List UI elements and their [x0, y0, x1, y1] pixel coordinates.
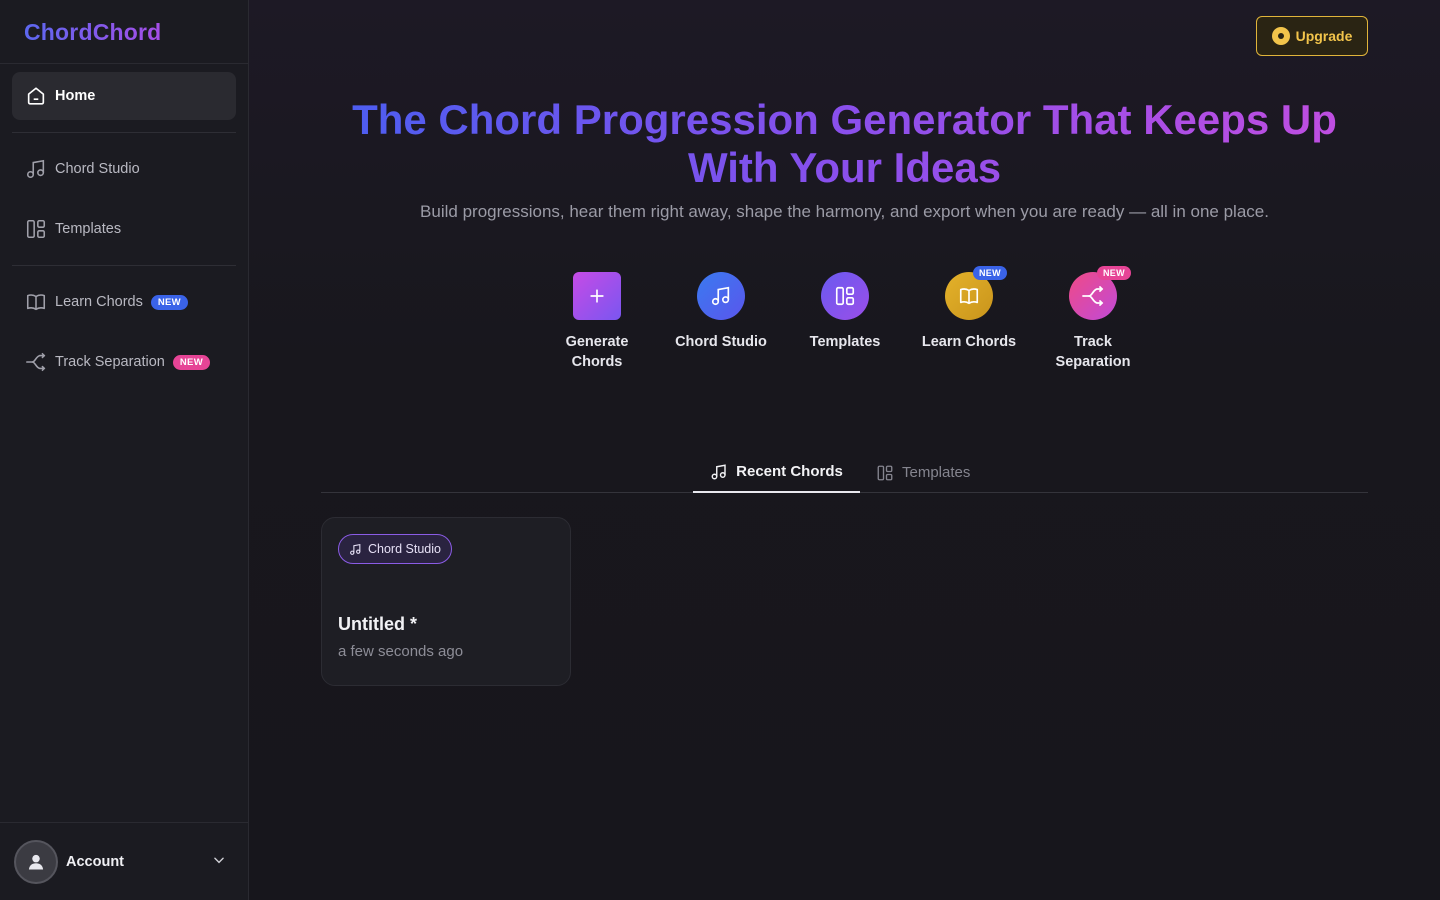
sidebar-divider: [12, 265, 236, 266]
card-timestamp: a few seconds ago: [338, 643, 464, 660]
plus-icon: [573, 272, 621, 320]
account-menu[interactable]: Account: [0, 822, 248, 900]
page-title: The Chord Progression Generator That Kee…: [321, 96, 1368, 192]
main-content: Upgrade The Chord Progression Generator …: [249, 0, 1440, 900]
sidebar-item-label: Home: [55, 88, 96, 104]
tab-label: Templates: [902, 464, 971, 481]
action-label: Generate Chords: [565, 334, 629, 370]
avatar: [14, 839, 58, 884]
action-learn-chords[interactable]: NEW Learn Chords: [914, 266, 1024, 352]
sidebar-item-chord-studio[interactable]: Chord Studio: [12, 145, 236, 193]
layout-icon: [821, 272, 869, 320]
action-generate-chords[interactable]: Generate Chords: [542, 272, 652, 372]
new-badge: NEW: [150, 294, 188, 310]
coin-icon: [1271, 27, 1290, 45]
sidebar-item-learn-chords[interactable]: Learn Chords NEW: [12, 278, 236, 326]
action-label: Chord Studio: [675, 334, 767, 350]
layout-icon: [25, 218, 47, 240]
action-label: Templates: [809, 334, 881, 350]
chevron-down-icon: [212, 853, 226, 872]
book-icon: [25, 291, 47, 313]
music-note-icon: [25, 158, 47, 180]
user-icon: [28, 854, 44, 869]
action-label: Learn Chords: [921, 334, 1017, 350]
app-logo[interactable]: ChordChord: [0, 0, 161, 64]
sidebar-nav: Home Chord Studio Templates Learn Chords…: [0, 64, 248, 386]
sidebar-item-label: Chord Studio: [55, 161, 140, 177]
music-note-icon: [349, 543, 362, 556]
tab-recent-chords[interactable]: Recent Chords: [693, 452, 860, 493]
book-icon: NEW: [945, 266, 1007, 320]
tab-label: Recent Chords: [736, 463, 843, 480]
action-label: Track Separation: [1055, 334, 1131, 370]
action-templates[interactable]: Templates: [790, 272, 900, 352]
music-note-icon: [697, 272, 745, 320]
home-icon: [25, 85, 47, 107]
sidebar-item-label: Track Separation: [55, 354, 165, 370]
content-tabs: Recent Chords Templates: [321, 452, 1368, 493]
new-badge: NEW: [1097, 266, 1131, 280]
upgrade-button[interactable]: Upgrade: [1256, 16, 1368, 56]
recent-chord-card[interactable]: Chord Studio Untitled * a few seconds ag…: [321, 517, 571, 686]
layout-icon: [876, 464, 894, 482]
tab-templates[interactable]: Templates: [876, 452, 970, 493]
sidebar-item-templates[interactable]: Templates: [12, 205, 236, 253]
page-subtitle: Build progressions, hear them right away…: [420, 202, 1269, 221]
music-note-icon: [710, 463, 728, 481]
logo-area: ChordChord: [0, 0, 248, 64]
split-icon: [25, 351, 47, 373]
chip-label: Chord Studio: [368, 542, 441, 556]
sidebar-item-label: Learn Chords: [55, 294, 143, 310]
account-label: Account: [66, 853, 124, 870]
new-badge: NEW: [973, 266, 1007, 280]
quick-actions: Generate Chords Chord Studio Templates N…: [249, 266, 1440, 382]
source-chip: Chord Studio: [338, 534, 452, 564]
sidebar: ChordChord Home Chord Studio Templates L…: [0, 0, 249, 900]
upgrade-label: Upgrade: [1295, 28, 1353, 44]
sidebar-item-label: Templates: [55, 221, 122, 237]
sidebar-item-track-separation[interactable]: Track Separation NEW: [12, 338, 236, 386]
split-icon: NEW: [1069, 266, 1131, 320]
action-track-separation[interactable]: NEW Track Separation: [1038, 266, 1148, 372]
sidebar-item-home[interactable]: Home: [12, 72, 236, 120]
card-title: Untitled *: [338, 614, 417, 634]
action-chord-studio[interactable]: Chord Studio: [666, 272, 776, 352]
new-badge: NEW: [172, 354, 210, 370]
sidebar-divider: [12, 132, 236, 133]
